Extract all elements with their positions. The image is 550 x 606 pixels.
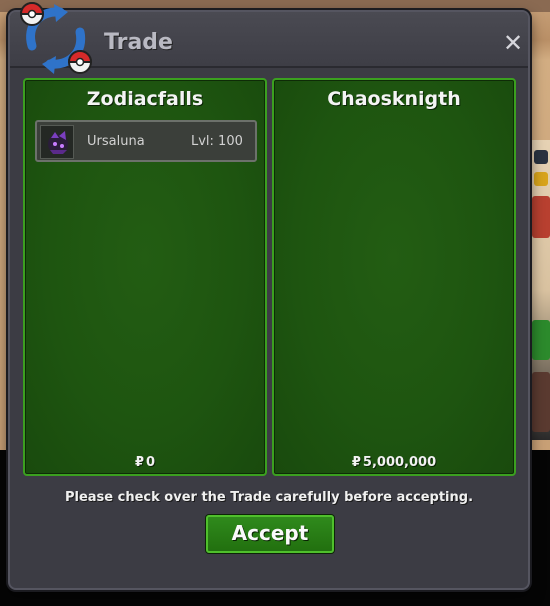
trader-name-left: Zodiacfalls — [86, 88, 204, 110]
money-offer-right: ₽5,000,000 — [274, 455, 514, 470]
pokemon-level: Lvl: 100 — [191, 134, 243, 149]
trader-panel-left: Zodiacfalls Ursaluna Lvl: 100 ₽0 — [23, 78, 267, 476]
trader-panel-right: Chaosknigth ₽5,000,000 — [272, 78, 516, 476]
pokemon-sprite-icon — [40, 125, 74, 159]
trade-item-row[interactable]: Ursaluna Lvl: 100 — [35, 120, 257, 162]
pokedollar-icon: ₽ — [134, 455, 144, 470]
window-title: Trade — [104, 30, 173, 55]
pokedollar-icon: ₽ — [351, 455, 361, 470]
player-sprite — [532, 372, 550, 432]
npc-sprite — [534, 150, 548, 164]
player-sprite — [532, 196, 550, 238]
trophy-icon — [534, 172, 548, 186]
pokemon-name: Ursaluna — [87, 134, 145, 149]
money-amount-left: 0 — [146, 455, 156, 470]
money-offer-left: ₽0 — [25, 455, 265, 470]
accept-button[interactable]: Accept — [206, 515, 334, 553]
close-button[interactable]: ✕ — [502, 31, 524, 55]
money-amount-right: 5,000,000 — [362, 455, 437, 470]
trade-notice: Please check over the Trade carefully be… — [64, 490, 474, 505]
trade-swap-icon — [19, 2, 93, 74]
trader-name-right: Chaosknigth — [327, 88, 461, 110]
trade-window: Trade ✕ Zodiacfalls Ursaluna Lvl: 100 ₽ … — [8, 2, 530, 590]
npc-sprite — [532, 320, 550, 360]
